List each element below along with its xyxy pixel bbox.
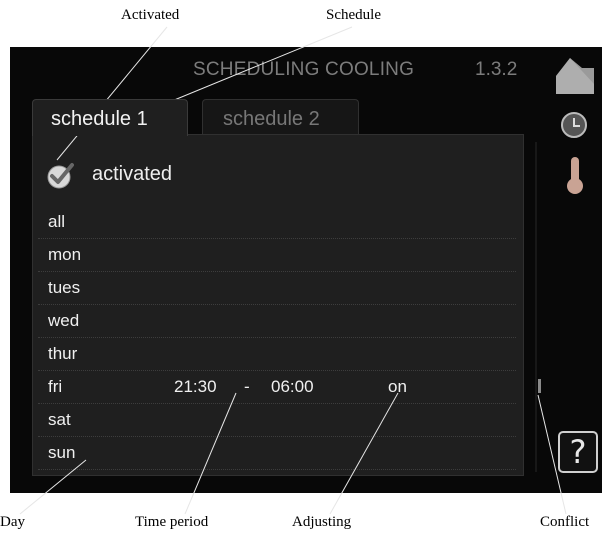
conflict-leader-line (537, 394, 567, 515)
day-leader-line (19, 459, 87, 515)
time-period-leader-line (184, 392, 237, 515)
adjusting-leader-line (329, 392, 399, 515)
tab-label: schedule 1 (51, 108, 148, 130)
callout-lines (19, 26, 567, 515)
tab-schedule-1[interactable]: schedule 1 (32, 99, 188, 136)
schedule-leader-line (166, 26, 353, 104)
activated-leader-line (56, 26, 168, 161)
